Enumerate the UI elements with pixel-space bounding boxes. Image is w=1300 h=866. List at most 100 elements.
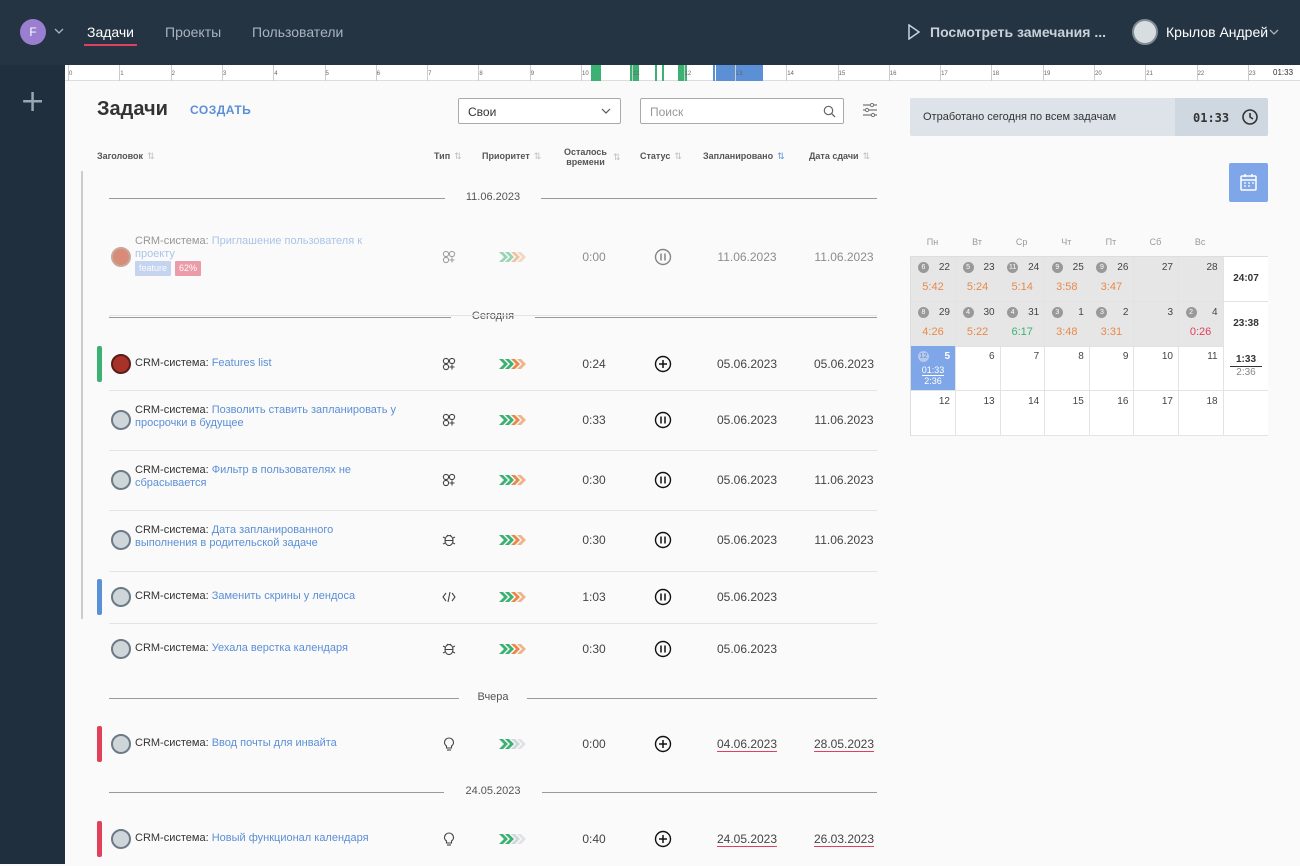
filter-select[interactable]: Свои	[458, 98, 621, 124]
calendar-day[interactable]: 17	[1134, 390, 1179, 436]
task-row[interactable]: CRM-система: Уехала верстка календаря 0:3…	[109, 624, 877, 679]
task-title[interactable]: CRM-система: Features list	[135, 357, 425, 370]
add-time-icon[interactable]	[654, 355, 672, 373]
due-date[interactable]: 05.06.2023	[804, 357, 884, 371]
task-title-line2[interactable]: просрочки в будущее	[135, 417, 244, 429]
calendar-day[interactable]: 3	[1134, 301, 1179, 347]
task-title-line1[interactable]: Дата запланированного	[212, 524, 334, 536]
task-title[interactable]: CRM-система: Заменить скрины у лендоса	[135, 590, 425, 603]
calendar-button[interactable]	[1229, 163, 1268, 202]
calendar-day[interactable]: 6	[955, 346, 1001, 391]
pause-icon[interactable]	[654, 471, 672, 489]
col-planned[interactable]: Запланировано ⇅	[703, 151, 785, 162]
col-type[interactable]: Тип ⇅	[434, 151, 462, 162]
calendar-day[interactable]: 15	[1044, 390, 1090, 436]
due-date[interactable]: 26.03.2023	[804, 832, 884, 847]
calendar-day[interactable]: 12 5 01:33 2:36	[911, 346, 956, 391]
task-row[interactable]: CRM-система: Features list 0:24 05.06.2023…	[97, 339, 877, 391]
task-title[interactable]: CRM-система: Позволить ставить запланиро…	[135, 404, 425, 430]
planned-date[interactable]: 05.06.2023	[709, 533, 785, 547]
col-time-left[interactable]: Осталось времени	[564, 147, 607, 167]
nav-projects[interactable]: Проекты	[165, 24, 221, 40]
pause-icon[interactable]	[654, 640, 672, 658]
workspace-avatar[interactable]: F	[20, 19, 46, 45]
pause-icon[interactable]	[654, 411, 672, 429]
task-title[interactable]: CRM-система: Уехала верстка календаря	[135, 642, 425, 655]
calendar-day[interactable]: 28	[1178, 257, 1224, 302]
task-title-line1[interactable]: Уехала верстка календаря	[212, 642, 348, 654]
settings-sliders-icon[interactable]	[862, 103, 878, 117]
calendar-day[interactable]: 18	[1178, 390, 1224, 436]
calendar-day[interactable]: 8	[1044, 346, 1090, 391]
planned-date[interactable]: 05.06.2023	[709, 357, 785, 371]
task-row[interactable]: CRM-система: Ввод почты для инвайта 0:00 0…	[97, 721, 877, 771]
task-title-line1[interactable]: Новый функционал календаря	[212, 832, 369, 844]
calendar-day[interactable]: 3 1 3:48	[1044, 301, 1090, 347]
chevron-down-icon[interactable]	[54, 26, 64, 36]
calendar-day[interactable]: 5 23 5:24	[955, 257, 1001, 302]
add-icon[interactable]: +	[20, 87, 45, 117]
calendar-day[interactable]: 11	[1178, 346, 1224, 391]
task-title-line2[interactable]: сбрасывается	[135, 477, 206, 489]
task-row[interactable]: CRM-система: Заменить скрины у лендоса 1:…	[97, 572, 877, 624]
pause-icon[interactable]	[654, 248, 672, 266]
task-row[interactable]: CRM-система: Приглашение пользователя к п…	[109, 221, 877, 316]
task-title-line1[interactable]: Ввод почты для инвайта	[212, 737, 337, 749]
calendar-day[interactable]: 6 22 5:42	[911, 257, 956, 302]
calendar-day[interactable]: 16	[1089, 390, 1135, 436]
calendar-day[interactable]: 9 25 3:58	[1044, 257, 1090, 302]
calendar-day[interactable]: 13	[955, 390, 1001, 436]
calendar-day[interactable]: 4 30 5:22	[955, 301, 1001, 347]
due-date[interactable]: 11.06.2023	[804, 413, 884, 427]
task-title-line2[interactable]: выполнения в родительской задаче	[135, 537, 318, 549]
calendar-day[interactable]: 7	[1000, 346, 1046, 391]
calendar-day[interactable]: 4 31 6:17	[1000, 301, 1046, 347]
col-priority[interactable]: Приоритет ⇅	[482, 151, 541, 162]
calendar-day[interactable]: 27	[1134, 257, 1179, 302]
calendar-day[interactable]: 9	[1089, 346, 1135, 391]
task-row[interactable]: CRM-система: Позволить ставить запланиро…	[109, 391, 877, 451]
due-date[interactable]: 11.06.2023	[804, 473, 884, 487]
task-title-line1[interactable]: Заменить скрины у лендоса	[212, 590, 355, 602]
calendar-day[interactable]: 10	[1134, 346, 1179, 391]
planned-date[interactable]: 04.06.2023	[709, 737, 785, 752]
task-title[interactable]: CRM-система: Новый функционал календаря	[135, 832, 425, 845]
sort-icon[interactable]: ⇅	[613, 152, 621, 163]
planned-date[interactable]: 05.06.2023	[709, 473, 785, 487]
task-title-line1[interactable]: Позволить ставить запланировать у	[212, 404, 396, 416]
col-title[interactable]: Заголовок ⇅	[97, 151, 155, 162]
col-due[interactable]: Дата сдачи ⇅	[809, 151, 870, 162]
add-time-icon[interactable]	[654, 735, 672, 753]
planned-date[interactable]: 05.06.2023	[709, 413, 785, 427]
task-title-line1[interactable]: Приглашение пользователя к	[212, 235, 362, 247]
calendar-day[interactable]: 12	[911, 390, 956, 436]
task-title[interactable]: CRM-система: Приглашение пользователя к п…	[135, 235, 425, 276]
planned-date[interactable]: 11.06.2023	[709, 250, 785, 264]
planned-date[interactable]: 24.05.2023	[709, 832, 785, 847]
search-input[interactable]: Поиск	[640, 98, 844, 124]
task-title[interactable]: CRM-система: Дата запланированного выполн…	[135, 524, 425, 550]
create-button[interactable]: СОЗДАТЬ	[190, 103, 251, 117]
due-date[interactable]: 11.06.2023	[804, 250, 884, 264]
task-title[interactable]: CRM-система: Фильтр в пользователях не сб…	[135, 464, 425, 490]
calendar-day[interactable]: 11 24 5:14	[1000, 257, 1046, 302]
pause-icon[interactable]	[654, 531, 672, 549]
task-row[interactable]: CRM-система: Дата запланированного выполн…	[109, 511, 877, 572]
nav-users[interactable]: Пользователи	[252, 24, 343, 40]
calendar-day[interactable]: 2 4 0:26	[1178, 301, 1224, 347]
col-status[interactable]: Статус ⇅	[640, 151, 682, 162]
pause-icon[interactable]	[654, 588, 672, 606]
task-title-line1[interactable]: Features list	[212, 357, 272, 369]
nav-tasks[interactable]: Задачи	[83, 24, 138, 46]
task-title[interactable]: CRM-система: Ввод почты для инвайта	[135, 737, 425, 750]
task-row[interactable]: CRM-система: Фильтр в пользователях не сб…	[109, 451, 877, 511]
calendar-day[interactable]: 14	[1000, 390, 1046, 436]
planned-date[interactable]: 05.06.2023	[709, 590, 785, 604]
due-date[interactable]: 28.05.2023	[804, 737, 884, 752]
calendar-day[interactable]: 9 26 3:47	[1089, 257, 1135, 302]
calendar-day[interactable]: 8 29 4:26	[911, 301, 956, 347]
due-date[interactable]: 11.06.2023	[804, 533, 884, 547]
planned-date[interactable]: 05.06.2023	[709, 642, 785, 656]
add-time-icon[interactable]	[654, 830, 672, 848]
task-title-line2[interactable]: проекту	[135, 248, 175, 260]
